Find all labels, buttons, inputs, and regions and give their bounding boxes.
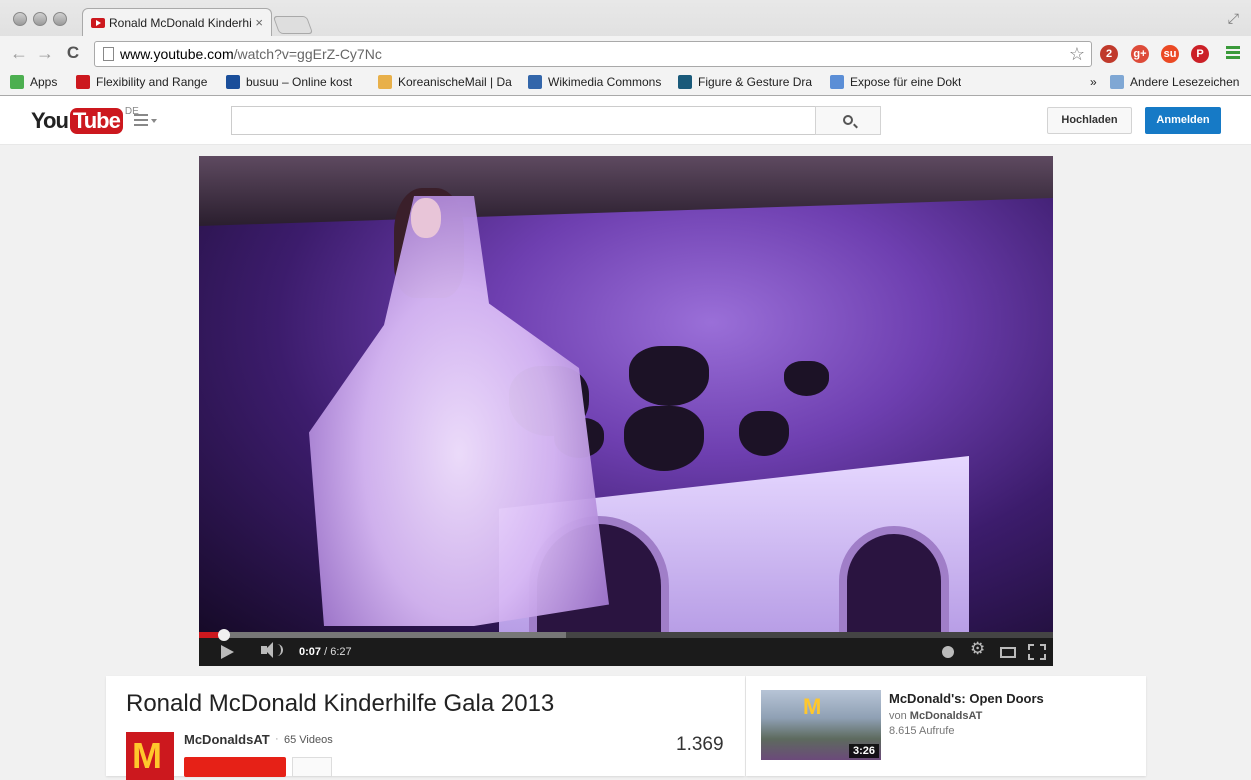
- bookmark-label: Wikimedia Commons: [548, 75, 662, 89]
- bookmark-item[interactable]: busuu – Online kost: [226, 75, 352, 89]
- bookmark-label: busuu – Online kost: [246, 75, 353, 89]
- progress-bar[interactable]: [199, 629, 1053, 641]
- browser-tab[interactable]: Ronald McDonald Kinderhi ×: [82, 8, 272, 36]
- channel-avatar[interactable]: M: [126, 732, 174, 780]
- search-button[interactable]: [815, 106, 881, 135]
- separator: ·: [275, 733, 279, 745]
- related-video-channel[interactable]: von McDonaldsAT: [889, 710, 982, 722]
- video-count-link[interactable]: 65 Videos: [284, 734, 333, 746]
- video-info: Ronald McDonald Kinderhilfe Gala 2013 M …: [106, 676, 745, 780]
- bookmark-label: Apps: [30, 75, 58, 89]
- fullscreen-window-icon[interactable]: ⤢: [1228, 10, 1239, 27]
- bookmark-label: Figure & Gesture Dra: [698, 75, 813, 89]
- tab-close-icon[interactable]: ×: [255, 15, 263, 30]
- bookmark-favicon-icon: [76, 75, 90, 89]
- video-player[interactable]: 0:07 / 6:27 ⚙: [199, 156, 1053, 666]
- bookmarks-overflow-button[interactable]: »: [1090, 75, 1097, 89]
- minimize-window-button[interactable]: [33, 12, 47, 26]
- player-controls: 0:07 / 6:27 ⚙: [199, 629, 1053, 666]
- youtube-favicon-icon: [91, 17, 105, 28]
- new-tab-button[interactable]: [272, 16, 314, 34]
- bookmark-favicon-icon: [528, 75, 542, 89]
- guide-menu-icon[interactable]: [134, 114, 158, 128]
- video-duration: 3:26: [848, 744, 879, 758]
- channel-name-link[interactable]: McDonaldsAT: [184, 732, 270, 747]
- time-display: 0:07 / 6:27: [299, 646, 352, 658]
- progress-buffered: [199, 632, 567, 638]
- close-window-button[interactable]: [13, 12, 27, 26]
- adblock-icon[interactable]: 2: [1100, 45, 1118, 63]
- related-video-title[interactable]: McDonald's: Open Doors: [889, 691, 1044, 706]
- chrome-menu-icon[interactable]: [1226, 46, 1240, 59]
- progress-scrubber[interactable]: [217, 629, 230, 641]
- view-count: 1.369: [676, 734, 724, 755]
- upload-button[interactable]: Hochladen: [1047, 107, 1132, 134]
- bookmark-item[interactable]: Apps: [10, 75, 57, 89]
- bookmarks-bar: Apps Flexibility and Range busuu – Online …: [0, 70, 1251, 95]
- bookmark-favicon-icon: [378, 75, 392, 89]
- bookmark-item[interactable]: KoreanischeMail | Da: [378, 75, 512, 89]
- gear-icon[interactable]: ⚙: [970, 640, 985, 657]
- subscribe-button[interactable]: [184, 757, 286, 777]
- folder-icon: [1110, 75, 1124, 89]
- page-icon: [103, 47, 114, 61]
- search-icon: [843, 115, 853, 125]
- bookmark-item[interactable]: Flexibility and Range: [76, 75, 207, 89]
- google-plus-icon[interactable]: g+: [1131, 45, 1149, 63]
- bookmark-label: KoreanischeMail | Da: [398, 75, 512, 89]
- theater-mode-icon[interactable]: [1000, 647, 1016, 658]
- bookmark-favicon-icon: [226, 75, 240, 89]
- address-bar[interactable]: www.youtube.com/watch?v=ggErZ-Cy7Nc ☆: [94, 41, 1092, 67]
- subscriber-count: [292, 757, 332, 777]
- zoom-window-button[interactable]: [53, 12, 67, 26]
- pinterest-icon[interactable]: P: [1191, 45, 1209, 63]
- play-icon[interactable]: [221, 645, 234, 659]
- bookmark-favicon-icon: [678, 75, 692, 89]
- search-input[interactable]: [231, 106, 816, 135]
- tab-title: Ronald McDonald Kinderhi: [109, 15, 252, 30]
- volume-icon[interactable]: [261, 642, 283, 658]
- bookmark-item[interactable]: Figure & Gesture Dra: [678, 75, 812, 89]
- reload-button[interactable]: C: [62, 44, 84, 62]
- youtube-header: You Tube DE Hochladen Anmelden: [0, 96, 1251, 145]
- back-button[interactable]: ←: [8, 44, 30, 62]
- bookmark-favicon-icon: [830, 75, 844, 89]
- video-title: Ronald McDonald Kinderhilfe Gala 2013: [126, 690, 555, 717]
- sign-in-button[interactable]: Anmelden: [1145, 107, 1221, 134]
- stumbleupon-icon[interactable]: su: [1161, 45, 1179, 63]
- related-video-views: 8.615 Aufrufe: [889, 725, 955, 737]
- bookmark-item[interactable]: Wikimedia Commons: [528, 75, 661, 89]
- other-bookmarks-folder[interactable]: Andere Lesezeichen: [1110, 75, 1239, 89]
- bookmark-favicon-icon: [10, 75, 24, 89]
- watch-later-icon[interactable]: [942, 646, 954, 658]
- forward-button[interactable]: →: [34, 44, 56, 62]
- url-text: www.youtube.com/watch?v=ggErZ-Cy7Nc: [120, 46, 382, 62]
- bookmark-label: Flexibility and Range: [96, 75, 208, 89]
- bookmark-item[interactable]: Expose für eine Dokt: [830, 75, 961, 89]
- bookmark-star-icon[interactable]: ☆: [1069, 44, 1085, 65]
- youtube-logo[interactable]: You Tube DE: [31, 106, 139, 134]
- fullscreen-icon[interactable]: [1028, 644, 1046, 660]
- related-video-thumbnail[interactable]: M 3:26: [761, 690, 881, 760]
- bookmark-label: Expose für eine Dokt: [850, 75, 962, 89]
- related-videos: M 3:26 McDonald's: Open Doors von McDona…: [746, 676, 1146, 776]
- video-frame[interactable]: [199, 156, 1053, 632]
